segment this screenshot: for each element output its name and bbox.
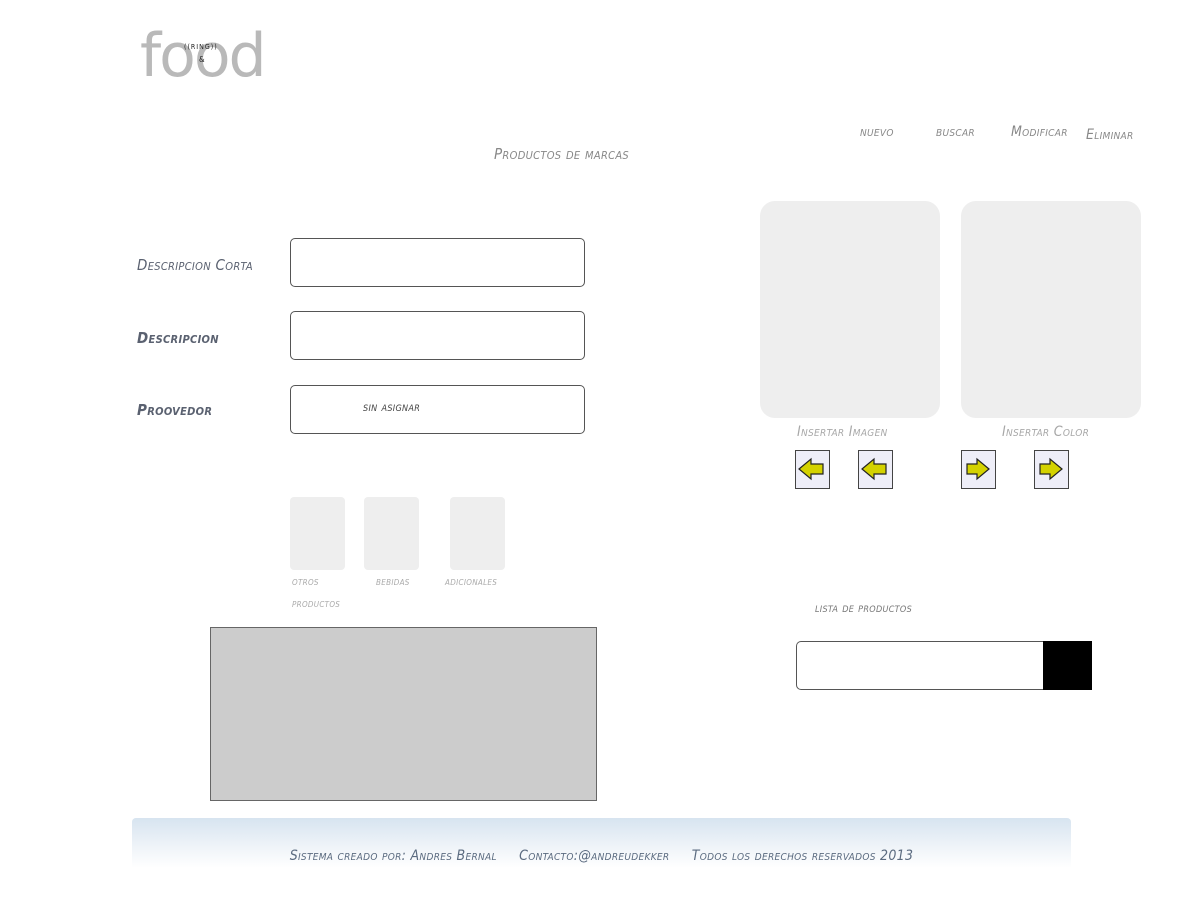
menu-nuevo[interactable]: nuevo — [860, 124, 894, 140]
menu-modificar[interactable]: Modificar — [1011, 124, 1068, 140]
menu-eliminar[interactable]: Eliminar — [1086, 127, 1134, 143]
category-label-line1: otros — [292, 574, 319, 588]
image-prev-button-2[interactable] — [858, 450, 893, 489]
lista-productos-button[interactable] — [1043, 641, 1092, 690]
logo-amp-text: & — [199, 55, 205, 64]
menu-buscar[interactable]: buscar — [936, 124, 975, 140]
arrow-left-icon — [798, 457, 824, 481]
insertar-color-label: Insertar Color — [1002, 424, 1090, 440]
insertar-imagen-label: Insertar Imagen — [797, 424, 888, 440]
footer-credit: Sistema creado por: Andres Bernal — [289, 848, 497, 864]
image-prev-button[interactable] — [795, 450, 830, 489]
lista-productos-label: lista de productos — [815, 601, 913, 616]
proveedor-select[interactable]: sin asignar — [290, 385, 585, 434]
arrow-right-icon — [1039, 457, 1063, 481]
descripcion-input[interactable] — [290, 311, 585, 360]
footer: Sistema creado por: Andres Bernal Contac… — [132, 818, 1071, 868]
color-next-button[interactable] — [961, 450, 996, 489]
category-tile-otros-productos[interactable] — [290, 497, 345, 570]
category-tile-adicionales[interactable] — [450, 497, 505, 570]
category-label-bebidas: bebidas — [376, 574, 410, 588]
footer-contact[interactable]: Contacto:@andreudekker — [519, 848, 669, 864]
category-label-adicionales: adicionales — [445, 574, 498, 588]
footer-rights: Todos los derechos reservados 2013 — [691, 848, 914, 864]
color-next-button-2[interactable] — [1034, 450, 1069, 489]
footer-text: Sistema creado por: Andres Bernal Contac… — [132, 848, 1071, 864]
proveedor-label: Proovedor — [137, 401, 213, 419]
descripcion-corta-input[interactable] — [290, 238, 585, 287]
logo: food ((RING)) & — [140, 26, 280, 98]
color-panel[interactable] — [961, 201, 1141, 418]
category-label-line2: productos — [292, 596, 341, 610]
arrow-right-icon — [966, 457, 990, 481]
product-preview-area — [210, 627, 597, 801]
proveedor-value: sin asignar — [363, 400, 421, 415]
descripcion-label: Descripcion — [137, 329, 219, 347]
category-label-otros-productos: otros productos — [292, 570, 340, 614]
category-tile-bebidas[interactable] — [364, 497, 419, 570]
logo-ring-text: ((RING)) — [184, 43, 218, 51]
image-panel[interactable] — [760, 201, 940, 418]
lista-productos-select[interactable] — [796, 641, 1043, 690]
descripcion-corta-label: Descripcion Corta — [137, 256, 253, 274]
arrow-left-icon — [861, 457, 887, 481]
page-title: Productos de marcas — [494, 145, 629, 163]
